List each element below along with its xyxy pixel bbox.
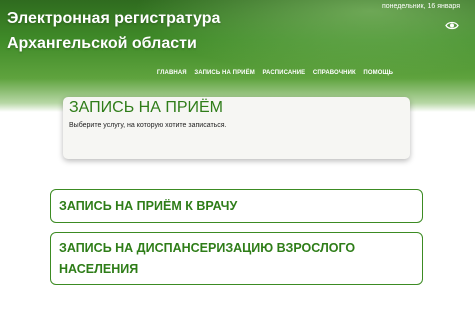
- main-nav: ГЛАВНАЯ ЗАПИСЬ НА ПРИЁМ РАСПИСАНИЕ СПРАВ…: [0, 70, 475, 80]
- service-doctor-appointment-button[interactable]: ЗАПИСЬ НА ПРИЁМ К ВРАЧУ: [50, 189, 423, 223]
- nav-item-appointment[interactable]: ЗАПИСЬ НА ПРИЁМ: [194, 70, 254, 76]
- appointment-card: ЗАПИСЬ НА ПРИЁМ Выберите услугу, на кото…: [63, 97, 410, 159]
- current-date: понедельник, 16 января: [381, 3, 460, 10]
- site-title[interactable]: Электронная регистратура Архангельской о…: [7, 6, 267, 56]
- nav-item-schedule[interactable]: РАСПИСАНИЕ: [262, 70, 305, 76]
- eye-icon[interactable]: [445, 20, 459, 31]
- nav-item-directory[interactable]: СПРАВОЧНИК: [313, 70, 356, 76]
- site-title-line-1: Электронная регистратура: [7, 10, 221, 27]
- card-instruction: Выберите услугу, на которую хотите запис…: [69, 122, 227, 129]
- nav-item-help[interactable]: ПОМОЩЬ: [363, 70, 393, 76]
- page-title: ЗАПИСЬ НА ПРИЁМ: [69, 99, 224, 116]
- nav-item-home[interactable]: ГЛАВНАЯ: [157, 70, 187, 76]
- site-header: Электронная регистратура Архангельской о…: [0, 0, 475, 112]
- service-dispensary-button[interactable]: ЗАПИСЬ НА ДИСПАНСЕРИЗАЦИЮ ВЗРОСЛОГО НАСЕ…: [50, 232, 423, 285]
- site-title-line-2: Архангельской области: [7, 35, 197, 52]
